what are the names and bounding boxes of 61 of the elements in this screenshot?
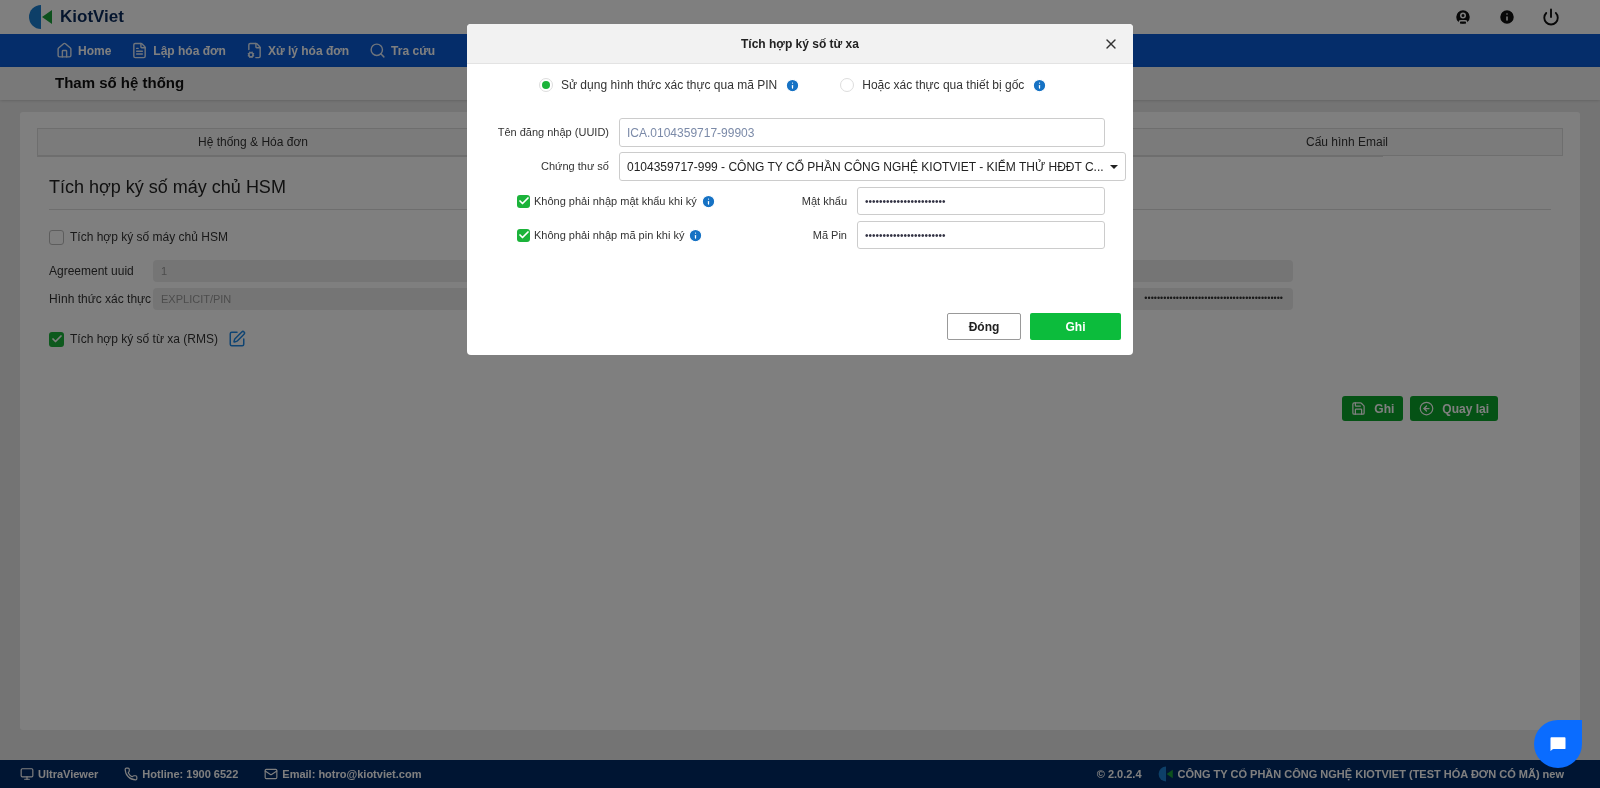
caret-icon [1109,164,1118,169]
footer-link[interactable]: Hotline: 1900 6522 [142,765,239,783]
checkbox[interactable] [517,228,530,242]
version-text: © 2.0.2.4 [1096,766,1142,782]
save-button[interactable]: Ghi [1342,396,1404,421]
radio-button[interactable] [539,78,553,92]
mail-icon [264,767,279,781]
nav-link[interactable]: Tra cứu [369,41,436,60]
checkbox[interactable] [517,194,530,208]
home-icon [56,42,73,59]
info-icon [700,193,716,209]
nav-link[interactable]: Xử lý hóa đơn [245,41,350,60]
nav-link[interactable]: Home [56,41,112,60]
info-icon [688,227,704,243]
username-field[interactable]: ICA.0104359717-99903 [619,118,1105,147]
tab[interactable]: Cấu hình Email [1131,128,1563,156]
field-label: Mã Pin [811,227,848,243]
field-label: Mật khẩu [800,193,848,209]
password-field[interactable]: ••••••••••••••••••••••• [857,221,1105,249]
field-label: Chứng thư số [540,159,610,175]
document-gear-icon [245,42,263,59]
info-icon[interactable] [1498,8,1516,26]
checkbox-label: Không phải nhập mật khẩu khi ký [534,193,697,209]
radio-label: Hoặc xác thực qua thiết bị gốc [862,77,1025,94]
phone-icon [124,767,139,781]
user-icon[interactable] [1454,8,1472,26]
monitor-icon [20,767,34,781]
save-button[interactable]: Ghi [1030,313,1121,340]
tab[interactable]: Hệ thống & Hóa đơn [37,128,469,156]
close-button[interactable]: Đóng [947,313,1021,340]
checkbox-label: Không phải nhập mã pin khi ký [534,227,685,243]
logo-icon [1157,766,1174,782]
checkbox-label: Tích hợp ký số máy chủ HSM [70,229,228,246]
field-label: Tên đăng nhập (UUID) [496,125,610,141]
document-icon [131,42,149,59]
power-icon[interactable] [1542,8,1560,26]
field-label: Hình thức xác thực [49,291,153,308]
search-icon [369,42,387,59]
page-title: Tham số hệ thống [55,73,185,94]
field-label: Agreement uuid [49,263,135,280]
footer-link[interactable]: UltraViewer [38,765,99,783]
rms-checkbox[interactable] [49,331,64,347]
logo-icon [28,4,54,30]
section-title: Tích hợp ký số máy chủ HSM [49,177,286,197]
save-icon [1351,401,1367,416]
back-button[interactable]: Quay lại [1410,396,1498,421]
info-icon [1032,77,1048,93]
certificate-select[interactable]: 0104359717-999 - CÔNG TY CỔ PHẦN CÔNG NGHỆ KIOTVIET - KIỂM THỬ HĐĐT C... [619,152,1126,181]
chat-icon [1548,734,1568,754]
dialog-title: Tích hợp ký số từ xa [741,35,859,53]
radio-button[interactable] [840,78,855,92]
checkbox-label: Tích hợp ký số từ xa (RMS) [70,331,218,348]
nav-link[interactable]: Lập hóa đơn [131,41,226,60]
brand-name: KiotViet [60,6,124,29]
password-field[interactable]: ••••••••••••••••••••••• [857,187,1105,215]
company-name: CÔNG TY CỔ PHẦN CÔNG NGHỆ KIOTVIET (TEST HÓA ĐƠN CÓ MÃ) new [1177,766,1564,783]
edit-icon[interactable] [227,330,246,348]
radio-label: Sử dụng hình thức xác thực qua mã PIN [561,77,778,94]
footer-link[interactable]: Email: hotro@kiotviet.com [282,765,422,783]
info-icon [785,77,801,93]
hsm-checkbox[interactable] [49,229,64,245]
